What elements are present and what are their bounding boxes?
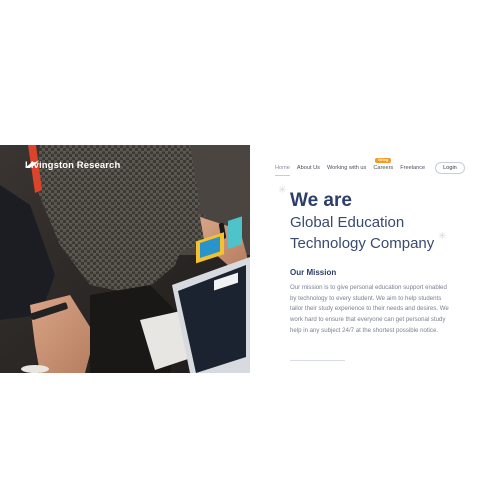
mission-body: Our mission is to give personal educatio… [290,284,449,334]
bird-icon [25,160,39,168]
hero-heading: We are [290,190,352,211]
careers-badge: hiring [375,158,392,163]
login-button[interactable]: Login [435,162,465,174]
mission-title: Our Mission [290,268,337,277]
hero-content: Home About Us Working with us hiring Car… [250,145,500,373]
nav-item-home[interactable]: Home [275,165,290,176]
hero-photo: Livingston Research [0,145,250,373]
nav-item-careers-label: Careers [373,165,394,171]
main-nav: Home About Us Working with us hiring Car… [275,158,465,176]
brand-logo[interactable]: Livingston Research [25,160,120,171]
page: Livingston Research Home About Us Workin… [0,0,500,500]
decorative-sparkle: ✳ [438,231,447,242]
brand-name: Livingston Research [25,160,121,171]
nav-item-careers[interactable]: hiring Careers [373,158,394,171]
section-divider [290,360,345,361]
nav-item-about-us[interactable]: About Us [297,165,320,171]
nav-item-working-with-us[interactable]: Working with us [327,165,366,171]
hero-banner: Livingston Research Home About Us Workin… [0,145,500,373]
hero-subheading-line2: Technology Company [290,235,435,252]
nav-item-freelance[interactable]: Freelance [400,165,425,171]
hero-subheading-line1: Global Education [290,214,405,231]
photo-illustration [0,145,250,373]
decorative-sparkle: ✳ [278,185,287,196]
